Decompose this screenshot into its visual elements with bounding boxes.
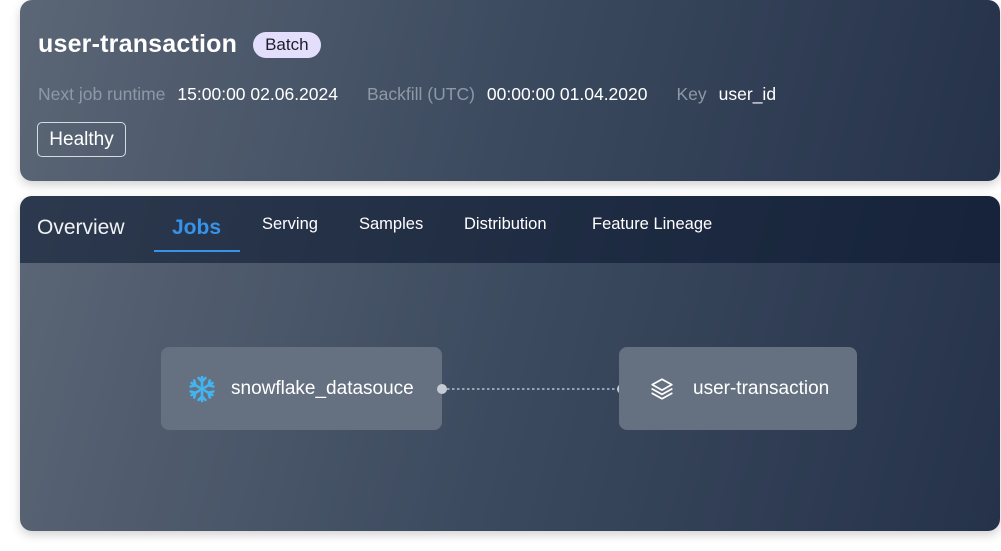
tab-bar: Overview Jobs Serving Samples Distributi… — [20, 196, 1000, 263]
status-badge: Healthy — [37, 122, 126, 157]
tab-jobs[interactable]: Jobs — [172, 216, 221, 240]
backfill-label: Backfill (UTC) — [367, 84, 475, 104]
metadata-row: Next job runtime 15:00:00 02.06.2024 Bac… — [38, 84, 776, 105]
active-tab-indicator — [154, 250, 240, 252]
snowflake-icon — [187, 374, 217, 404]
layers-icon — [647, 374, 677, 404]
title-row: user-transaction Batch — [38, 30, 321, 59]
tab-samples[interactable]: Samples — [359, 215, 423, 234]
target-node-label: user-transaction — [693, 377, 830, 399]
next-job-runtime-label: Next job runtime — [38, 84, 166, 104]
lineage-connector — [437, 384, 627, 394]
tab-overview[interactable]: Overview — [37, 216, 125, 240]
source-node-label: snowflake_datasouce — [231, 377, 414, 399]
lineage-node-target[interactable]: user-transaction — [619, 347, 857, 430]
type-badge: Batch — [253, 31, 321, 58]
feature-view-header: user-transaction Batch Next job runtime … — [20, 0, 1000, 181]
key-label: Key — [676, 84, 707, 104]
jobs-panel: Overview Jobs Serving Samples Distributi… — [20, 196, 1000, 531]
tab-feature-lineage[interactable]: Feature Lineage — [592, 215, 712, 234]
lineage-node-source[interactable]: snowflake_datasouce — [161, 347, 442, 430]
tab-serving[interactable]: Serving — [262, 215, 318, 234]
page-title: user-transaction — [38, 30, 238, 58]
key-value: user_id — [718, 84, 777, 104]
tab-distribution[interactable]: Distribution — [464, 215, 547, 234]
next-job-runtime-value: 15:00:00 02.06.2024 — [177, 84, 338, 104]
backfill-value: 00:00:00 01.04.2020 — [486, 84, 648, 104]
